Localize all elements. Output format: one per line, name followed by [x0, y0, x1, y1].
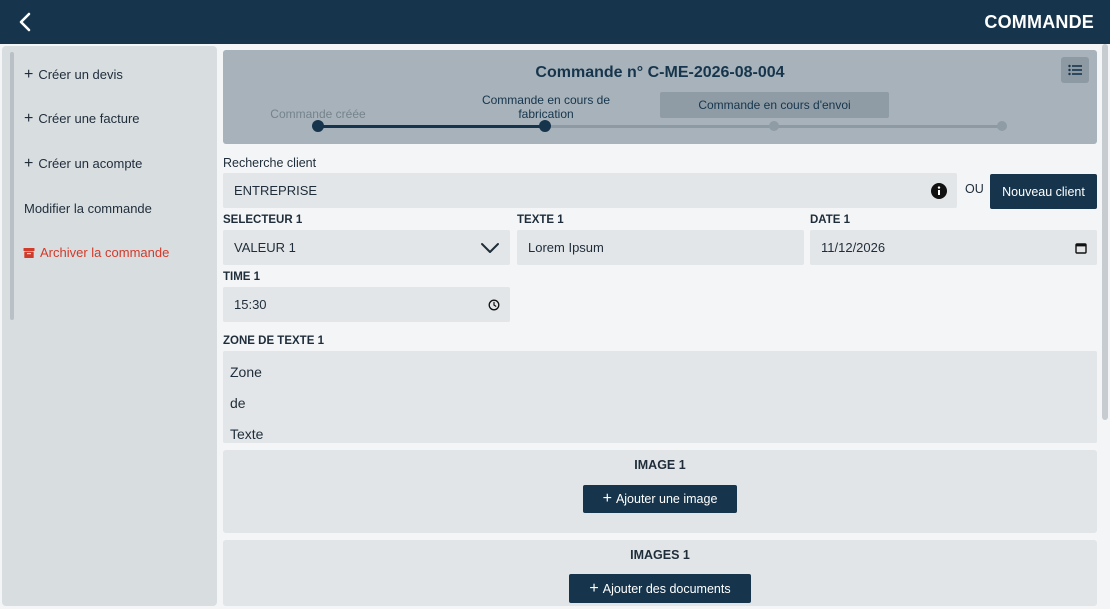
add-documents-label: Ajouter des documents: [602, 581, 731, 596]
step-label-manufacturing: Commande en cours de fabrication: [481, 93, 611, 121]
main-scrollbar[interactable]: [1102, 44, 1108, 420]
image-panel: IMAGE 1 + Ajouter une image: [223, 450, 1097, 533]
info-icon[interactable]: [931, 182, 947, 199]
time-input[interactable]: 15:30: [223, 287, 510, 322]
date-value: 11/12/2026: [821, 240, 886, 255]
order-header: Commande n° C-ME-2026-08-004 Commande cr…: [223, 50, 1097, 144]
textarea-label: ZONE DE TEXTE 1: [223, 335, 324, 347]
plus-icon: +: [602, 490, 612, 507]
sidebar-item-create-invoice[interactable]: + Créer une facture: [24, 110, 140, 127]
top-bar: COMMANDE: [0, 0, 1110, 44]
images-panel: IMAGES 1 + Ajouter des documents: [223, 540, 1097, 606]
sidebar-item-create-quote[interactable]: + Créer un devis: [24, 66, 123, 83]
step-dot-created[interactable]: [312, 120, 324, 132]
time-value: 15:30: [234, 297, 267, 312]
text-value: Lorem Ipsum: [528, 240, 604, 255]
plus-icon: +: [24, 110, 34, 127]
archive-icon: [23, 247, 35, 258]
clock-icon[interactable]: [488, 299, 500, 311]
plus-icon: +: [24, 66, 34, 83]
sidebar-item-label: Créer une facture: [38, 111, 140, 126]
calendar-icon[interactable]: [1075, 242, 1087, 254]
textarea-line: de: [230, 395, 246, 411]
step-label-created: Commande créée: [270, 107, 366, 121]
selector-value: VALEUR 1: [234, 240, 296, 255]
sidebar: + Créer un devis + Créer une facture + C…: [2, 46, 217, 606]
step-label-shipping: Commande en cours d'envoi: [660, 92, 889, 118]
order-title: Commande n° C-ME-2026-08-004: [535, 64, 785, 81]
text-label: TEXTE 1: [517, 214, 564, 226]
sidebar-scroll-track[interactable]: [10, 52, 14, 320]
sidebar-item-label: Créer un acompte: [38, 156, 143, 171]
client-search-value: ENTREPRISE: [234, 183, 318, 198]
selector-label: SELECTEUR 1: [223, 214, 303, 226]
time-label: TIME 1: [223, 271, 261, 283]
step-dot-final[interactable]: [997, 121, 1007, 131]
selector-dropdown[interactable]: VALEUR 1: [223, 230, 510, 265]
image-panel-title: IMAGE 1: [634, 458, 686, 472]
step-dot-shipping[interactable]: [769, 121, 779, 131]
plus-icon: +: [24, 155, 34, 172]
add-image-button[interactable]: + Ajouter une image: [583, 485, 737, 513]
date-label: DATE 1: [810, 214, 851, 226]
step-dot-manufacturing[interactable]: [539, 120, 551, 132]
or-text: OU: [965, 182, 984, 196]
chevron-left-icon: [19, 12, 31, 32]
back-button[interactable]: [12, 9, 38, 35]
sidebar-item-label: Créer un devis: [38, 67, 123, 82]
list-icon: [1068, 64, 1082, 76]
list-view-button[interactable]: [1061, 57, 1089, 83]
sidebar-item-label: Archiver la commande: [40, 245, 170, 260]
add-documents-button[interactable]: + Ajouter des documents: [569, 574, 751, 603]
plus-icon: +: [589, 579, 599, 597]
client-search-label: Recherche client: [223, 156, 317, 170]
images-panel-title: IMAGES 1: [630, 548, 690, 562]
progress-fill: [317, 125, 545, 128]
chevron-down-icon: [480, 242, 500, 254]
textarea-line: Texte: [230, 426, 264, 442]
client-search-input[interactable]: ENTREPRISE: [223, 173, 957, 208]
date-input[interactable]: 11/12/2026: [810, 230, 1097, 265]
sidebar-item-label: Modifier la commande: [24, 201, 152, 216]
sidebar-item-edit-order[interactable]: Modifier la commande: [24, 201, 152, 216]
text-input[interactable]: Lorem Ipsum: [517, 230, 804, 265]
sidebar-item-archive-order[interactable]: Archiver la commande: [23, 245, 169, 260]
page-title: COMMANDE: [984, 12, 1094, 32]
textarea-line: Zone: [230, 364, 262, 380]
textarea-input[interactable]: Zone de Texte: [223, 351, 1097, 443]
add-image-label: Ajouter une image: [615, 492, 718, 506]
sidebar-item-create-deposit[interactable]: + Créer un acompte: [24, 155, 143, 172]
new-client-button[interactable]: Nouveau client: [990, 174, 1097, 209]
